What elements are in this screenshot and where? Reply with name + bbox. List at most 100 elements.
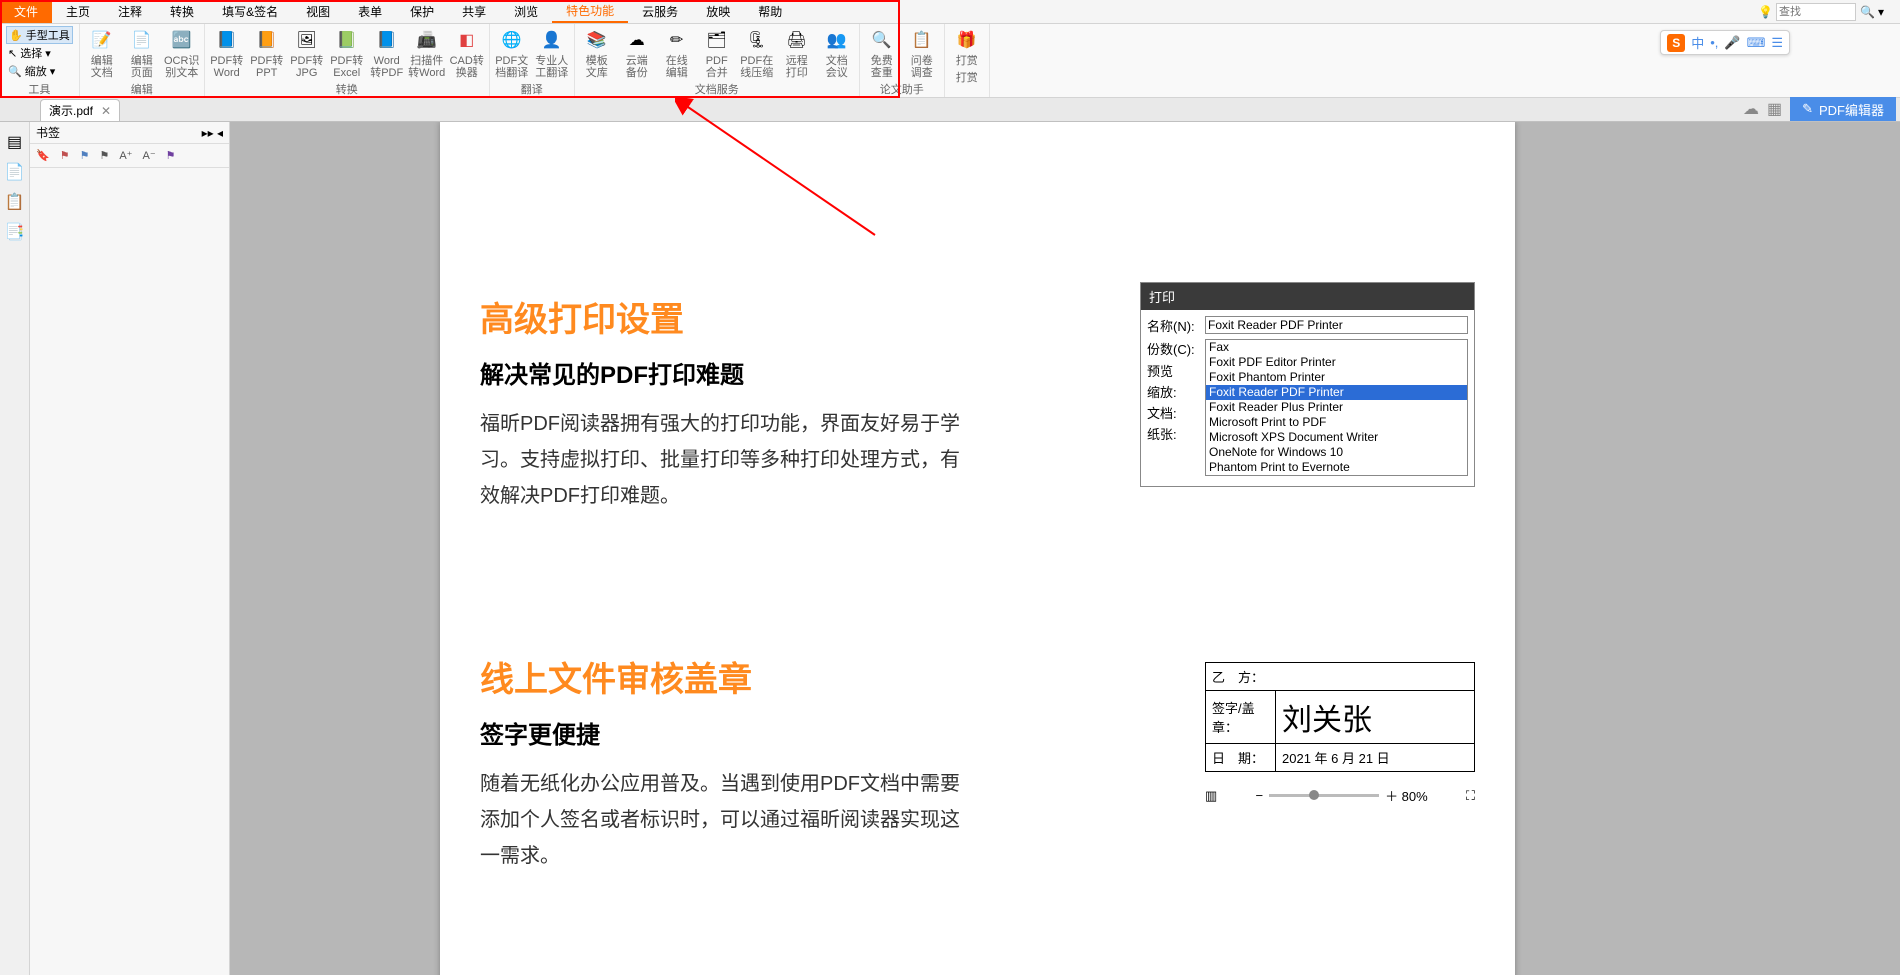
human-translate-button[interactable]: 👤专业人 工翻译 bbox=[532, 24, 572, 81]
font-decrease-icon[interactable]: A⁻ bbox=[142, 149, 155, 162]
word-icon: 📘 bbox=[213, 26, 241, 54]
menu-cloud[interactable]: 云服务 bbox=[628, 0, 692, 23]
pdf-editor-button[interactable]: ✎ PDF编辑器 bbox=[1790, 97, 1896, 121]
sogou-logo-icon: S bbox=[1667, 34, 1685, 52]
pdf2jpg-button[interactable]: 🖼PDF转 JPG bbox=[287, 24, 327, 81]
select-tool[interactable]: ↖选择▾ bbox=[6, 44, 73, 62]
close-tab-icon[interactable]: ✕ bbox=[101, 104, 111, 118]
menu-comment[interactable]: 注释 bbox=[104, 0, 156, 23]
ime-punct-icon[interactable]: •, bbox=[1710, 35, 1718, 50]
menu-help[interactable]: 帮助 bbox=[744, 0, 796, 23]
pdf2excel-button[interactable]: 📗PDF转 Excel bbox=[327, 24, 367, 81]
ppt-icon: 📙 bbox=[253, 26, 281, 54]
ime-toolbar[interactable]: S 中 •, 🎤 ⌨ ☰ bbox=[1660, 30, 1790, 55]
panel-menu-icon[interactable]: ◂ bbox=[217, 126, 223, 140]
menu-convert[interactable]: 转换 bbox=[156, 0, 208, 23]
menu-file[interactable]: 文件 bbox=[0, 0, 52, 23]
online-edit-icon: ✏ bbox=[663, 26, 691, 54]
menu-bar: 文件 主页 注释 转换 填写&签名 视图 表单 保护 共享 浏览 特色功能 云服… bbox=[0, 0, 1900, 24]
menu-play[interactable]: 放映 bbox=[692, 0, 744, 23]
menu-share[interactable]: 共享 bbox=[448, 0, 500, 23]
ime-settings-icon[interactable]: ☰ bbox=[1771, 35, 1783, 51]
menu-browse[interactable]: 浏览 bbox=[500, 0, 552, 23]
meeting-button[interactable]: 👥文档 会议 bbox=[817, 24, 857, 81]
ocr-button[interactable]: 🔤OCR识 别文本 bbox=[162, 24, 202, 81]
signature-graphic: 乙 方： 签字/盖章： 刘关张 日 期： 2021 年 6 月 21 日 ▥ − bbox=[1205, 662, 1475, 805]
dupcheck-button[interactable]: 🔍免费 查重 bbox=[862, 24, 902, 81]
bookmark-flag2-icon[interactable]: ⚑ bbox=[80, 149, 90, 162]
menu-special[interactable]: 特色功能 bbox=[552, 0, 628, 23]
menu-home[interactable]: 主页 bbox=[52, 0, 104, 23]
pdf-translate-button[interactable]: 🌐PDF文 档翻译 bbox=[492, 24, 532, 81]
pdf2ppt-button[interactable]: 📙PDF转 PPT bbox=[247, 24, 287, 81]
bookmark-add-icon[interactable]: 🔖 bbox=[36, 149, 50, 162]
note-icon[interactable]: 📑 bbox=[5, 222, 25, 242]
print-name-label: 名称(N): bbox=[1147, 316, 1205, 335]
printer-option: Microsoft XPS Document Writer bbox=[1206, 430, 1467, 445]
pdf-merge-button[interactable]: 🗂PDF 合并 bbox=[697, 24, 737, 81]
bookmark-flag-icon[interactable]: ⚑ bbox=[60, 149, 70, 162]
template-icon: 📚 bbox=[583, 26, 611, 54]
menu-protect[interactable]: 保护 bbox=[396, 0, 448, 23]
cloud-icon: ☁ bbox=[623, 26, 651, 54]
jpg-icon: 🖼 bbox=[293, 26, 321, 54]
search-icon[interactable]: 🔍 bbox=[1860, 5, 1874, 19]
group-docservice-label: 文档服务 bbox=[577, 81, 857, 97]
collapse-icon[interactable]: ▸▸ bbox=[202, 126, 214, 140]
clipboard-icon[interactable]: 📋 bbox=[5, 192, 25, 212]
chevron-down-icon[interactable]: ▾ bbox=[1878, 5, 1892, 19]
bulb-icon[interactable]: 💡 bbox=[1758, 5, 1772, 19]
edit-page-button[interactable]: 📄编辑 页面 bbox=[122, 24, 162, 81]
page-icon[interactable]: 📄 bbox=[5, 162, 25, 182]
scan2word-button[interactable]: 📠扫描件 转Word bbox=[407, 24, 447, 81]
document-tab-label: 演示.pdf bbox=[49, 102, 93, 119]
online-edit-button[interactable]: ✏在线 编辑 bbox=[657, 24, 697, 81]
document-tab[interactable]: 演示.pdf ✕ bbox=[40, 99, 120, 121]
word2pdf-button[interactable]: 📘Word 转PDF bbox=[367, 24, 407, 81]
ocr-icon: 🔤 bbox=[168, 26, 196, 54]
gift-icon: 🎁 bbox=[953, 26, 981, 54]
template-button[interactable]: 📚模板 文库 bbox=[577, 24, 617, 81]
ime-mic-icon[interactable]: 🎤 bbox=[1724, 35, 1740, 51]
cad-button[interactable]: ◧CAD转 换器 bbox=[447, 24, 487, 81]
thumbnails-icon[interactable]: ▤ bbox=[5, 132, 25, 152]
bookmark-flag3-icon[interactable]: ⚑ bbox=[99, 149, 109, 162]
pdf-compress-button[interactable]: 🗜PDF在 线压缩 bbox=[737, 24, 777, 81]
bookmark-toolbar: 🔖 ⚑ ⚑ ⚑ A⁺ A⁻ ⚑ bbox=[30, 144, 229, 168]
bookmark-more-icon[interactable]: ⚑ bbox=[166, 149, 176, 162]
survey-icon: 📋 bbox=[908, 26, 936, 54]
ime-lang[interactable]: 中 bbox=[1691, 33, 1704, 52]
sig-date-label: 日 期： bbox=[1206, 744, 1276, 772]
pdf-page: 高级打印设置 解决常见的PDF打印难题 福昕PDF阅读器拥有强大的打印功能，界面… bbox=[440, 122, 1515, 975]
edit-doc-button[interactable]: 📝编辑 文档 bbox=[82, 24, 122, 81]
pdf2word-button[interactable]: 📘PDF转 Word bbox=[207, 24, 247, 81]
cloud-backup-button[interactable]: ☁云端 备份 bbox=[617, 24, 657, 81]
check-icon: 🔍 bbox=[868, 26, 896, 54]
printer-option-selected: Foxit Reader PDF Printer bbox=[1206, 385, 1467, 400]
bookmark-panel: 书签 ▸▸ ◂ 🔖 ⚑ ⚑ ⚑ A⁺ A⁻ ⚑ bbox=[30, 122, 230, 975]
questionnaire-button[interactable]: 📋问卷 调查 bbox=[902, 24, 942, 81]
edit-page-icon: 📄 bbox=[128, 26, 156, 54]
search-input[interactable] bbox=[1776, 3, 1856, 21]
hand-tool[interactable]: ✋手型工具 bbox=[6, 26, 73, 44]
grid-icon[interactable]: ▦ bbox=[1767, 99, 1782, 119]
sig-seal-label: 签字/盖章： bbox=[1206, 691, 1276, 744]
printer-option: Foxit Phantom Printer bbox=[1206, 370, 1467, 385]
menu-form[interactable]: 表单 bbox=[344, 0, 396, 23]
menu-view[interactable]: 视图 bbox=[292, 0, 344, 23]
document-viewport[interactable]: 高级打印设置 解决常见的PDF打印难题 福昕PDF阅读器拥有强大的打印功能，界面… bbox=[230, 122, 1900, 975]
cad-icon: ◧ bbox=[453, 26, 481, 54]
ime-keyboard-icon[interactable]: ⌨ bbox=[1747, 35, 1766, 51]
printer-icon: 🖨 bbox=[783, 26, 811, 54]
cloud-sync-icon[interactable]: ☁ bbox=[1743, 99, 1759, 119]
remote-print-button[interactable]: 🖨远程 打印 bbox=[777, 24, 817, 81]
printer-name-combo: Foxit Reader PDF Printer bbox=[1205, 316, 1468, 334]
zoom-slider bbox=[1269, 794, 1379, 797]
font-increase-icon[interactable]: A⁺ bbox=[119, 149, 132, 162]
ribbon: ✋手型工具 ↖选择▾ 🔍缩放▾ 工具 📝编辑 文档 📄编辑 页面 🔤OCR识 别… bbox=[0, 24, 1900, 98]
printer-option: OneNote for Windows 10 bbox=[1206, 445, 1467, 460]
reward-button[interactable]: 🎁打赏 bbox=[947, 24, 987, 69]
menu-fillsign[interactable]: 填写&签名 bbox=[208, 0, 292, 23]
sig-name: 刘关张 bbox=[1276, 691, 1475, 744]
zoom-tool[interactable]: 🔍缩放▾ bbox=[6, 62, 73, 80]
